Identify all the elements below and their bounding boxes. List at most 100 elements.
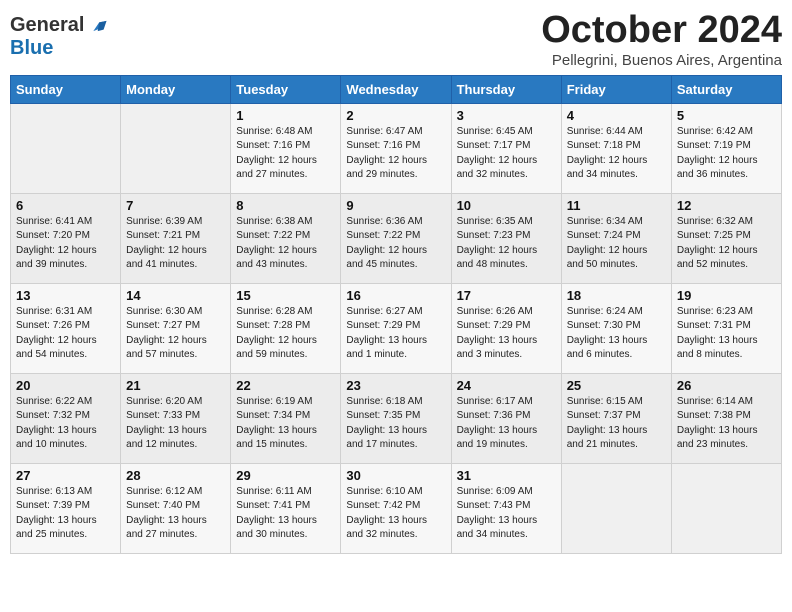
day-cell: 22 Sunrise: 6:19 AMSunset: 7:34 PMDayligh…	[231, 373, 341, 463]
day-info: Sunrise: 6:28 AMSunset: 7:28 PMDaylight:…	[236, 305, 335, 363]
day-number: 30	[346, 468, 445, 483]
day-cell: 12 Sunrise: 6:32 AMSunset: 7:25 PMDayligh…	[671, 193, 781, 283]
day-info: Sunrise: 6:30 AMSunset: 7:27 PMDaylight:…	[126, 305, 225, 363]
day-cell: 14 Sunrise: 6:30 AMSunset: 7:27 PMDayligh…	[121, 283, 231, 373]
day-info: Sunrise: 6:36 AMSunset: 7:22 PMDaylight:…	[346, 215, 445, 273]
day-cell: 4Sunrise: 6:44 AMSunset: 7:18 PMDaylight…	[561, 103, 671, 193]
day-cell: 11Sunrise: 6:34 AMSunset: 7:24 PMDayligh…	[561, 193, 671, 283]
day-number: 17	[457, 288, 556, 303]
day-info: Sunrise: 6:24 AMSunset: 7:30 PMDaylight:…	[567, 305, 666, 363]
day-number: 3	[457, 108, 556, 123]
day-info: Sunrise: 6:32 AMSunset: 7:25 PMDaylight:…	[677, 215, 776, 273]
day-cell: 10 Sunrise: 6:35 AMSunset: 7:23 PMDayligh…	[451, 193, 561, 283]
logo-blue-text: Blue	[10, 37, 53, 60]
month-title: October 2024	[541, 10, 782, 52]
day-cell: 18 Sunrise: 6:24 AMSunset: 7:30 PMDayligh…	[561, 283, 671, 373]
day-info: Sunrise: 6:13 AMSunset: 7:39 PMDaylight:…	[16, 485, 115, 543]
day-number: 4	[567, 108, 666, 123]
day-cell: 17 Sunrise: 6:26 AMSunset: 7:29 PMDayligh…	[451, 283, 561, 373]
week-row-2: 6 Sunrise: 6:41 AMSunset: 7:20 PMDaylight…	[11, 193, 782, 283]
day-info: Sunrise: 6:14 AMSunset: 7:38 PMDaylight:…	[677, 395, 776, 453]
day-info: Sunrise: 6:35 AMSunset: 7:23 PMDaylight:…	[457, 215, 556, 273]
day-number: 27	[16, 468, 115, 483]
day-cell: 29Sunrise: 6:11 AMSunset: 7:41 PMDayligh…	[231, 463, 341, 553]
day-info: Sunrise: 6:10 AMSunset: 7:42 PMDaylight:…	[346, 485, 445, 543]
day-number: 23	[346, 378, 445, 393]
day-info: Sunrise: 6:19 AMSunset: 7:34 PMDaylight:…	[236, 395, 335, 453]
day-number: 9	[346, 198, 445, 213]
day-number: 2	[346, 108, 445, 123]
day-header-thursday: Thursday	[451, 75, 561, 103]
day-info: Sunrise: 6:17 AMSunset: 7:36 PMDaylight:…	[457, 395, 556, 453]
day-cell	[11, 103, 121, 193]
day-cell: 16 Sunrise: 6:27 AMSunset: 7:29 PMDayligh…	[341, 283, 451, 373]
day-info: Sunrise: 6:47 AMSunset: 7:16 PMDaylight:…	[346, 125, 445, 183]
day-header-tuesday: Tuesday	[231, 75, 341, 103]
day-cell: 19 Sunrise: 6:23 AMSunset: 7:31 PMDayligh…	[671, 283, 781, 373]
day-info: Sunrise: 6:27 AMSunset: 7:29 PMDaylight:…	[346, 305, 445, 363]
day-number: 12	[677, 198, 776, 213]
day-number: 31	[457, 468, 556, 483]
day-cell: 30 Sunrise: 6:10 AMSunset: 7:42 PMDayligh…	[341, 463, 451, 553]
day-number: 11	[567, 198, 666, 213]
logo-bird-icon	[86, 15, 108, 37]
day-number: 28	[126, 468, 225, 483]
day-number: 5	[677, 108, 776, 123]
week-row-1: 1 Sunrise: 6:48 AMSunset: 7:16 PMDaylight…	[11, 103, 782, 193]
day-number: 7	[126, 198, 225, 213]
day-header-friday: Friday	[561, 75, 671, 103]
week-row-3: 13Sunrise: 6:31 AMSunset: 7:26 PMDayligh…	[11, 283, 782, 373]
logo: General Blue	[10, 10, 108, 60]
day-cell: 24Sunrise: 6:17 AMSunset: 7:36 PMDayligh…	[451, 373, 561, 463]
day-cell: 5 Sunrise: 6:42 AMSunset: 7:19 PMDaylight…	[671, 103, 781, 193]
page-header: General Blue October 2024 Pellegrini, Bu…	[10, 10, 782, 69]
day-cell: 3Sunrise: 6:45 AMSunset: 7:17 PMDaylight…	[451, 103, 561, 193]
day-number: 18	[567, 288, 666, 303]
day-cell: 7 Sunrise: 6:39 AMSunset: 7:21 PMDaylight…	[121, 193, 231, 283]
day-info: Sunrise: 6:42 AMSunset: 7:19 PMDaylight:…	[677, 125, 776, 183]
day-cell: 15 Sunrise: 6:28 AMSunset: 7:28 PMDayligh…	[231, 283, 341, 373]
day-number: 6	[16, 198, 115, 213]
day-cell	[121, 103, 231, 193]
day-cell: 21Sunrise: 6:20 AMSunset: 7:33 PMDayligh…	[121, 373, 231, 463]
calendar-header: SundayMondayTuesdayWednesdayThursdayFrid…	[11, 75, 782, 103]
day-info: Sunrise: 6:11 AMSunset: 7:41 PMDaylight:…	[236, 485, 335, 543]
day-number: 1	[236, 108, 335, 123]
day-cell: 25Sunrise: 6:15 AMSunset: 7:37 PMDayligh…	[561, 373, 671, 463]
day-cell: 6 Sunrise: 6:41 AMSunset: 7:20 PMDaylight…	[11, 193, 121, 283]
day-cell: 20Sunrise: 6:22 AMSunset: 7:32 PMDayligh…	[11, 373, 121, 463]
day-number: 14	[126, 288, 225, 303]
day-cell: 27 Sunrise: 6:13 AMSunset: 7:39 PMDayligh…	[11, 463, 121, 553]
day-cell: 26 Sunrise: 6:14 AMSunset: 7:38 PMDayligh…	[671, 373, 781, 463]
day-number: 13	[16, 288, 115, 303]
day-number: 19	[677, 288, 776, 303]
day-info: Sunrise: 6:26 AMSunset: 7:29 PMDaylight:…	[457, 305, 556, 363]
day-header-sunday: Sunday	[11, 75, 121, 103]
day-number: 22	[236, 378, 335, 393]
location-subtitle: Pellegrini, Buenos Aires, Argentina	[541, 52, 782, 69]
day-cell: 23Sunrise: 6:18 AMSunset: 7:35 PMDayligh…	[341, 373, 451, 463]
day-number: 16	[346, 288, 445, 303]
day-info: Sunrise: 6:09 AMSunset: 7:43 PMDaylight:…	[457, 485, 556, 543]
day-cell: 1 Sunrise: 6:48 AMSunset: 7:16 PMDaylight…	[231, 103, 341, 193]
week-row-5: 27 Sunrise: 6:13 AMSunset: 7:39 PMDayligh…	[11, 463, 782, 553]
day-number: 25	[567, 378, 666, 393]
day-info: Sunrise: 6:23 AMSunset: 7:31 PMDaylight:…	[677, 305, 776, 363]
day-cell: 28 Sunrise: 6:12 AMSunset: 7:40 PMDayligh…	[121, 463, 231, 553]
day-cell: 8Sunrise: 6:38 AMSunset: 7:22 PMDaylight…	[231, 193, 341, 283]
day-info: Sunrise: 6:39 AMSunset: 7:21 PMDaylight:…	[126, 215, 225, 273]
day-info: Sunrise: 6:48 AMSunset: 7:16 PMDaylight:…	[236, 125, 335, 183]
day-number: 10	[457, 198, 556, 213]
day-cell: 9 Sunrise: 6:36 AMSunset: 7:22 PMDaylight…	[341, 193, 451, 283]
day-cell	[561, 463, 671, 553]
day-info: Sunrise: 6:12 AMSunset: 7:40 PMDaylight:…	[126, 485, 225, 543]
day-number: 26	[677, 378, 776, 393]
day-cell	[671, 463, 781, 553]
week-row-4: 20Sunrise: 6:22 AMSunset: 7:32 PMDayligh…	[11, 373, 782, 463]
day-info: Sunrise: 6:41 AMSunset: 7:20 PMDaylight:…	[16, 215, 115, 273]
day-cell: 13Sunrise: 6:31 AMSunset: 7:26 PMDayligh…	[11, 283, 121, 373]
day-header-saturday: Saturday	[671, 75, 781, 103]
day-number: 8	[236, 198, 335, 213]
calendar-body: 1 Sunrise: 6:48 AMSunset: 7:16 PMDaylight…	[11, 103, 782, 553]
day-number: 15	[236, 288, 335, 303]
